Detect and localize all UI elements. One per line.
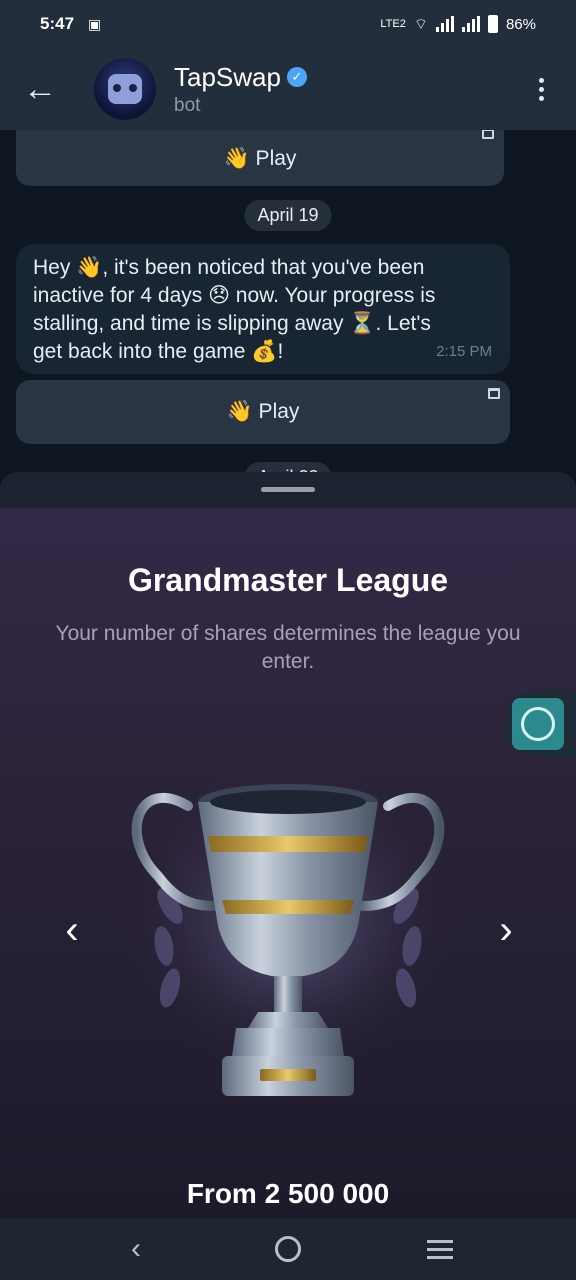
play-button[interactable]: 👋 Play — [16, 380, 510, 444]
system-nav-bar: ‹ — [0, 1218, 576, 1280]
nav-recents-icon[interactable] — [410, 1224, 470, 1274]
nav-home-icon[interactable] — [258, 1224, 318, 1274]
external-link-icon — [488, 388, 500, 399]
signal-icon-2 — [461, 16, 480, 32]
more-menu-icon[interactable] — [506, 77, 576, 101]
next-league-arrow-icon[interactable]: › — [486, 908, 526, 953]
message-time: 2:15 PM — [436, 343, 492, 360]
sheet-drag-handle[interactable] — [261, 487, 315, 492]
date-separator: April 19 — [244, 200, 332, 231]
chat-title[interactable]: TapSwap — [174, 62, 281, 93]
league-title: Grandmaster League — [127, 562, 449, 598]
verified-badge-icon: ✓ — [286, 67, 307, 87]
nav-back-icon[interactable]: ‹ — [106, 1224, 166, 1274]
status-bar: 5:47 ▣ LTE2 ⌔ 86% — [0, 0, 576, 48]
chat-subtitle: bot — [174, 94, 201, 116]
avatar[interactable] — [94, 58, 156, 120]
play-button-top[interactable]: 👋 Play — [16, 130, 504, 186]
battery-percent: 86% — [505, 15, 536, 33]
message-bubble: Hey 👋, it's been noticed that you've bee… — [16, 244, 510, 374]
prev-league-arrow-icon[interactable]: ‹ — [52, 908, 92, 953]
chat-area: 👋 Play April 19 Hey 👋, it's been noticed… — [0, 130, 576, 490]
league-sheet: Grandmaster League Your number of shares… — [0, 472, 576, 1218]
signal-icon — [435, 16, 454, 32]
radar-icon — [521, 707, 555, 741]
notification-icon: ▣ — [88, 15, 102, 32]
league-threshold: From 2 500 000 — [186, 1178, 390, 1209]
league-description: Your number of shares determines the lea… — [55, 622, 521, 673]
back-arrow-icon[interactable]: ← — [0, 48, 80, 130]
wifi-icon: ⌔ — [413, 15, 428, 33]
battery-icon — [487, 15, 498, 33]
floating-widget[interactable] — [504, 690, 576, 758]
network-label: LTE2 — [380, 18, 406, 30]
trophy-icon — [118, 766, 458, 1096]
status-time: 5:47 — [40, 14, 75, 33]
external-link-icon — [482, 130, 494, 139]
chat-header: ← TapSwap ✓ bot — [0, 48, 576, 130]
